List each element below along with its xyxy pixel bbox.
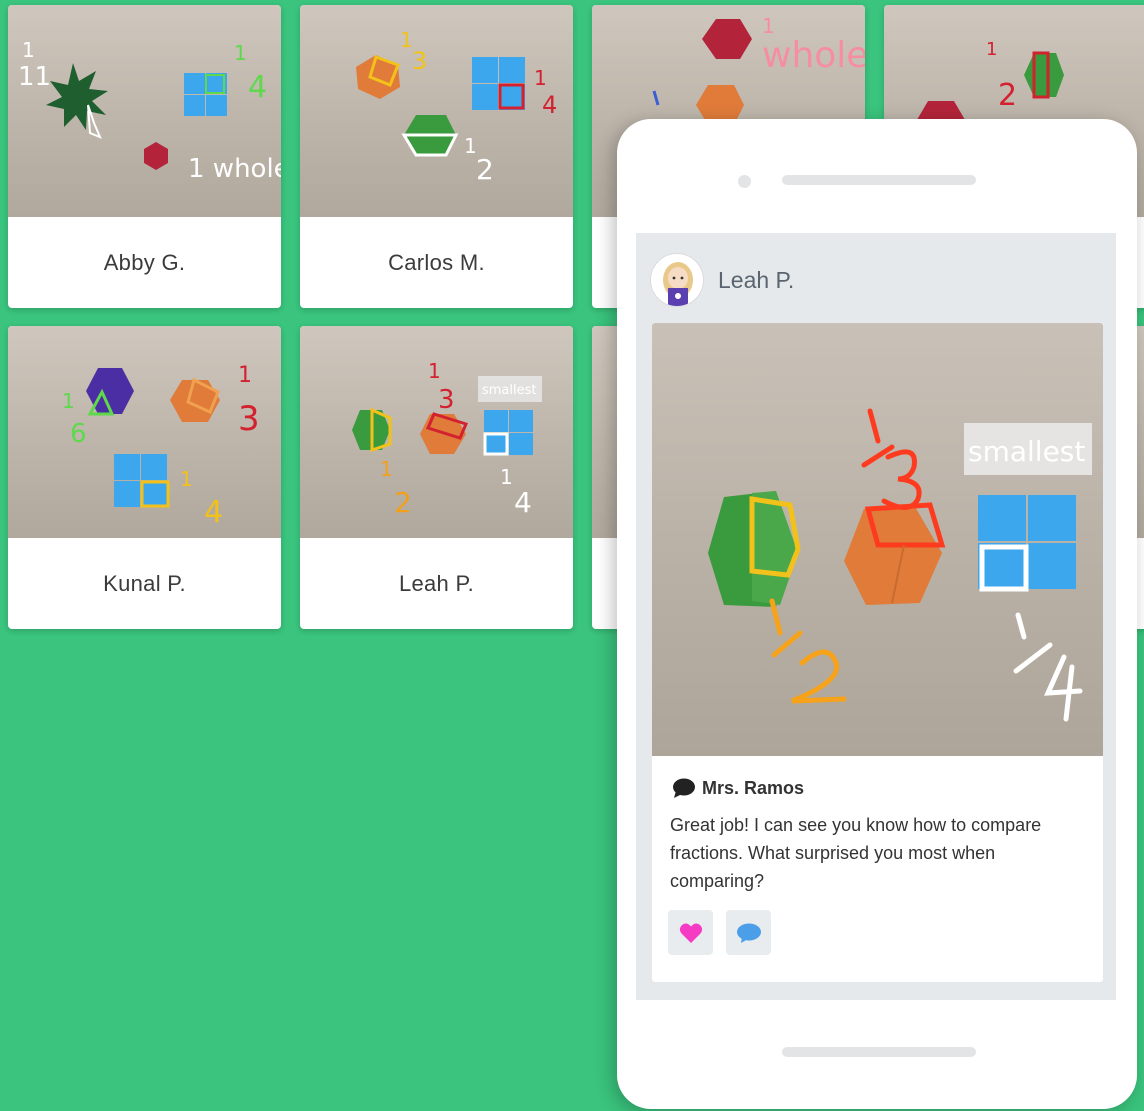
- label-three: 3: [438, 385, 455, 415]
- label-four: 4: [542, 91, 557, 119]
- student-card-carlos[interactable]: 1 3 1 4 1 2 Carlos M.: [300, 5, 573, 308]
- phone-speaker: [782, 175, 976, 185]
- label-three: 3: [412, 47, 427, 75]
- post-author-name[interactable]: Leah P.: [718, 267, 794, 294]
- post-photo[interactable]: smallest: [652, 323, 1103, 756]
- student-name: Kunal P.: [103, 570, 186, 596]
- label-whole: whole: [762, 35, 865, 76]
- speech-bubble-icon: [736, 923, 761, 943]
- avatar[interactable]: [650, 253, 704, 307]
- label-one: 1: [534, 66, 547, 90]
- photo-label-half: [769, 598, 847, 704]
- student-name: Leah P.: [398, 570, 475, 596]
- comment-author-name: Mrs. Ramos: [702, 777, 805, 798]
- comment-author: Mrs. Ramos: [672, 777, 804, 799]
- label-one: 1: [238, 363, 252, 388]
- photo-label-smallest: smallest: [968, 435, 1085, 468]
- post-detail-screen: Leah P. smallest Mrs. Ramos Great job! I…: [636, 233, 1116, 1000]
- student-photo: 1 3 1 4 1 2: [300, 5, 573, 217]
- label-four: 4: [204, 495, 223, 530]
- label-one: 1: [986, 39, 997, 60]
- label-one: 1: [180, 467, 193, 491]
- student-name: Abby G.: [103, 249, 186, 275]
- label-three: 3: [238, 399, 260, 439]
- label-smallest: smallest: [482, 383, 537, 398]
- label-one: 1: [234, 41, 247, 65]
- student-photo: 11 1 1 4 1 whole: [8, 5, 281, 217]
- student-card-kunal[interactable]: 1 6 1 3 1 4 Kunal P.: [8, 326, 281, 629]
- post-card: smallest Mrs. Ramos Great job! I can see…: [652, 323, 1103, 982]
- label-one: 1: [62, 389, 75, 413]
- student-card-abby[interactable]: 11 1 1 4 1 whole Abby G.: [8, 5, 281, 308]
- label-whole: 1 whole: [188, 154, 281, 184]
- phone-camera: [738, 175, 751, 188]
- comment-icon: [673, 778, 695, 798]
- student-card-leah[interactable]: smallest 1 3 1 2 1 4 Leah P.: [300, 326, 573, 629]
- phone-home-indicator: [782, 1047, 976, 1057]
- label-one: 1: [500, 465, 513, 489]
- label-four: 4: [514, 486, 532, 519]
- student-photo: smallest 1 3 1 2 1 4: [300, 326, 573, 538]
- label-six: 6: [70, 419, 87, 449]
- phone-mockup: Leah P. smallest Mrs. Ramos Great job! I…: [617, 119, 1137, 1109]
- heart-icon: [679, 923, 702, 943]
- label-two: 2: [394, 486, 412, 519]
- comment-text: Great job! I can see you know how to com…: [670, 815, 1042, 891]
- label-one: 1: [400, 28, 413, 52]
- label-two: 2: [998, 78, 1017, 113]
- photo-label-third: [861, 408, 922, 510]
- student-name: Carlos M.: [388, 249, 485, 275]
- comment-button[interactable]: [726, 910, 771, 955]
- label-eleventh: 11: [18, 62, 51, 92]
- photo-label-quarter: [1013, 612, 1083, 722]
- label-four: 4: [248, 70, 267, 105]
- like-button[interactable]: [668, 910, 713, 955]
- label-one: 1: [22, 38, 35, 62]
- label-one: 1: [428, 359, 441, 383]
- post-header: Leah P.: [650, 253, 794, 307]
- label-two: 2: [476, 153, 494, 186]
- label-one: 1: [464, 134, 477, 158]
- label-one: 1: [380, 457, 393, 481]
- student-photo: 1 6 1 3 1 4: [8, 326, 281, 538]
